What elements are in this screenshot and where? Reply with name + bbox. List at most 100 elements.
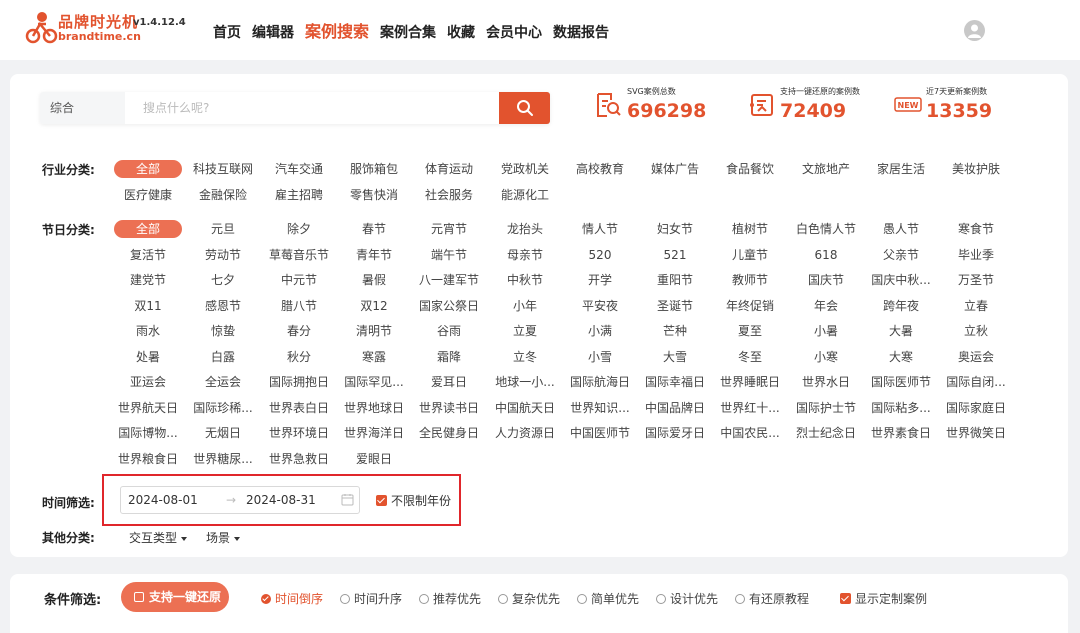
festival-tag[interactable]: 立夏 (491, 322, 559, 340)
festival-tag[interactable]: 小暑 (792, 322, 860, 340)
festival-tag[interactable]: 冬至 (716, 348, 784, 366)
one-click-restore-button[interactable]: 支持一键还原 (121, 582, 229, 612)
festival-tag[interactable]: 国际幸福日 (641, 373, 709, 391)
festival-tag[interactable]: 年终促销 (716, 297, 784, 315)
festival-tag[interactable]: 草莓音乐节 (265, 246, 333, 264)
festival-tag[interactable]: 小年 (491, 297, 559, 315)
festival-tag[interactable]: 情人节 (566, 220, 634, 238)
festival-tag[interactable]: 跨年夜 (867, 297, 935, 315)
festival-tag[interactable]: 520 (566, 246, 634, 264)
festival-tag[interactable]: 世界急救日 (265, 450, 333, 468)
festival-tag[interactable]: 年会 (792, 297, 860, 315)
festival-tag[interactable]: 地球一小... (491, 373, 559, 391)
festival-tag[interactable]: 立冬 (491, 348, 559, 366)
search-input[interactable] (125, 92, 499, 124)
festival-tag[interactable]: 世界粮食日 (114, 450, 182, 468)
festival-tag[interactable]: 国际医师节 (867, 373, 935, 391)
festival-tag[interactable]: 国际粘多... (867, 399, 935, 417)
festival-tag[interactable]: 万圣节 (942, 271, 1010, 289)
industry-tag[interactable]: 文旅地产 (792, 160, 860, 178)
sort-recommended[interactable]: 推荐优先 (419, 590, 481, 607)
sort-time-asc[interactable]: 时间升序 (340, 590, 402, 607)
festival-tag[interactable]: 植树节 (716, 220, 784, 238)
festival-tag[interactable]: 国际航海日 (566, 373, 634, 391)
festival-tag[interactable]: 无烟日 (189, 424, 257, 442)
industry-tag[interactable]: 雇主招聘 (265, 186, 333, 204)
industry-tag[interactable]: 零售快消 (340, 186, 408, 204)
festival-tag[interactable]: 全运会 (189, 373, 257, 391)
festival-tag[interactable]: 愚人节 (867, 220, 935, 238)
industry-tag[interactable]: 科技互联网 (189, 160, 257, 178)
festival-tag[interactable]: 小满 (566, 322, 634, 340)
festival-tag[interactable]: 世界知识... (566, 399, 634, 417)
festival-tag[interactable]: 寒食节 (942, 220, 1010, 238)
festival-tag[interactable]: 芒种 (641, 322, 709, 340)
festival-tag[interactable]: 寒露 (340, 348, 408, 366)
festival-tag[interactable]: 青年节 (340, 246, 408, 264)
user-avatar[interactable] (964, 20, 985, 41)
festival-tag[interactable]: 国庆节 (792, 271, 860, 289)
industry-tag[interactable]: 社会服务 (415, 186, 483, 204)
industry-tag[interactable]: 医疗健康 (114, 186, 182, 204)
industry-tag[interactable]: 家居生活 (867, 160, 935, 178)
festival-tag[interactable]: 劳动节 (189, 246, 257, 264)
festival-tag[interactable]: 人力资源日 (491, 424, 559, 442)
industry-tag[interactable]: 媒体广告 (641, 160, 709, 178)
festival-tag[interactable]: 春分 (265, 322, 333, 340)
industry-tag[interactable]: 服饰箱包 (340, 160, 408, 178)
festival-tag[interactable]: 复活节 (114, 246, 182, 264)
festival-tag[interactable]: 世界微笑日 (942, 424, 1010, 442)
festival-tag[interactable]: 八一建军节 (415, 271, 483, 289)
festival-tag[interactable]: 霜降 (415, 348, 483, 366)
festival-tag[interactable]: 父亲节 (867, 246, 935, 264)
nav-home[interactable]: 首页 (213, 22, 241, 42)
sort-has-tutorial[interactable]: 有还原教程 (735, 590, 809, 607)
brand-logo[interactable]: 品牌时光机 v1.4.12.4 brandtime.cn (24, 8, 186, 48)
festival-tag[interactable]: 全民健身日 (415, 424, 483, 442)
industry-tag[interactable]: 党政机关 (491, 160, 559, 178)
festival-tag[interactable]: 妇女节 (641, 220, 709, 238)
festival-tag[interactable]: 世界读书日 (415, 399, 483, 417)
scene-dropdown[interactable]: 场景 (206, 529, 241, 546)
festival-tag[interactable]: 春节 (340, 220, 408, 238)
interaction-type-dropdown[interactable]: 交互类型 (129, 529, 188, 546)
festival-tag[interactable]: 毕业季 (942, 246, 1010, 264)
festival-tag[interactable]: 国际护士节 (792, 399, 860, 417)
festival-tag[interactable]: 521 (641, 246, 709, 264)
festival-tag[interactable]: 白露 (189, 348, 257, 366)
festival-tag[interactable]: 爱耳日 (415, 373, 483, 391)
festival-tag[interactable]: 大暑 (867, 322, 935, 340)
festival-tag[interactable]: 世界航天日 (114, 399, 182, 417)
industry-tag-all[interactable]: 全部 (114, 160, 182, 178)
industry-tag[interactable]: 能源化工 (491, 186, 559, 204)
festival-tag[interactable]: 618 (792, 246, 860, 264)
festival-tag[interactable]: 世界表白日 (265, 399, 333, 417)
nav-editor[interactable]: 编辑器 (252, 22, 294, 42)
festival-tag[interactable]: 重阳节 (641, 271, 709, 289)
festival-tag[interactable]: 世界海洋日 (340, 424, 408, 442)
festival-tag[interactable]: 国家公祭日 (415, 297, 483, 315)
festival-tag[interactable]: 世界地球日 (340, 399, 408, 417)
festival-tag[interactable]: 小寒 (792, 348, 860, 366)
show-custom-cases-checkbox[interactable]: 显示定制案例 (840, 590, 927, 607)
festival-tag[interactable]: 双12 (340, 297, 408, 315)
nav-favorites[interactable]: 收藏 (447, 22, 475, 42)
festival-tag[interactable]: 大雪 (641, 348, 709, 366)
festival-tag[interactable]: 国际爱牙日 (641, 424, 709, 442)
festival-tag[interactable]: 七夕 (189, 271, 257, 289)
festival-tag[interactable]: 亚运会 (114, 373, 182, 391)
festival-tag-all[interactable]: 全部 (114, 220, 182, 238)
festival-tag[interactable]: 立春 (942, 297, 1010, 315)
festival-tag[interactable]: 国际珍稀... (189, 399, 257, 417)
industry-tag[interactable]: 高校教育 (566, 160, 634, 178)
festival-tag[interactable]: 世界环境日 (265, 424, 333, 442)
sort-complex[interactable]: 复杂优先 (498, 590, 560, 607)
festival-tag[interactable]: 平安夜 (566, 297, 634, 315)
festival-tag[interactable]: 国庆中秋... (867, 271, 935, 289)
festival-tag[interactable]: 清明节 (340, 322, 408, 340)
festival-tag[interactable]: 中国品牌日 (641, 399, 709, 417)
festival-tag[interactable]: 世界水日 (792, 373, 860, 391)
festival-tag[interactable]: 国际自闭... (942, 373, 1010, 391)
sort-design[interactable]: 设计优先 (656, 590, 718, 607)
festival-tag[interactable]: 世界红十... (716, 399, 784, 417)
